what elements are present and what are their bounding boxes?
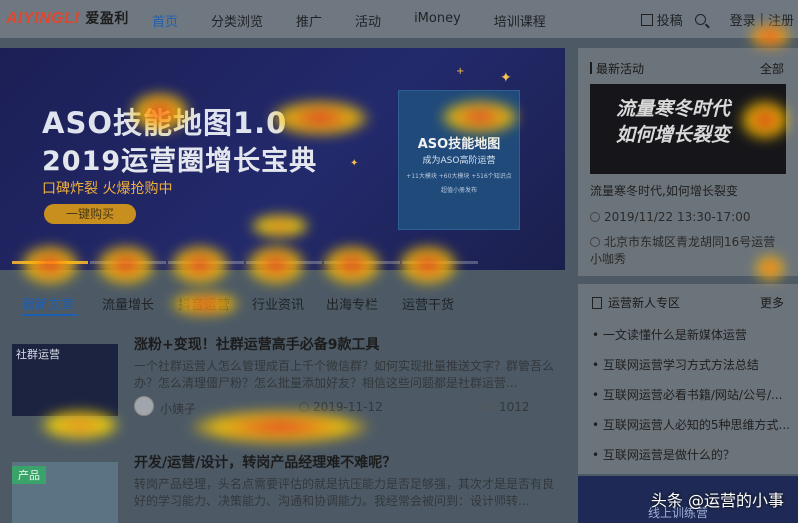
carousel-dot[interactable]	[12, 261, 88, 264]
article-views: 1012	[484, 400, 530, 414]
article-thumbnail[interactable]: 产品	[12, 462, 118, 523]
tab-traffic-growth[interactable]: 流量增长	[102, 294, 154, 313]
tab-latest[interactable]: 最新文章	[22, 294, 74, 313]
activity-caption[interactable]: 流量寒冬时代,如何增长裂变	[590, 182, 738, 199]
newbie-title: 运营新人专区	[608, 296, 681, 310]
site-logo[interactable]: AIYINGLI 爱盈利	[6, 8, 129, 28]
carousel-dot[interactable]	[402, 261, 478, 264]
activity-image[interactable]: 流量寒冬时代 如何增长裂变	[590, 84, 786, 174]
banner-title: ASO技能地图1.0	[42, 106, 288, 140]
latest-activity-panel: 最新活动 全部 流量寒冬时代 如何增长裂变 流量寒冬时代,如何增长裂变 2019…	[578, 48, 798, 276]
article-date-text: 2019-11-12	[313, 400, 383, 414]
newbie-header: 运营新人专区	[592, 294, 680, 311]
banner-subtitle: 2019运营圈增长宝典	[42, 146, 318, 177]
tab-douyin[interactable]: 抖音运营	[178, 294, 230, 313]
article-summary: 一个社群运营人怎么管理成百上千个微信群？如何实现批量推送文字？群管吾么办？怎么清…	[134, 359, 555, 390]
activity-image-line: 如何增长裂变	[616, 124, 731, 146]
article-title[interactable]: 涨粉+变现！社群运营高手必备9款工具	[134, 334, 379, 354]
carousel-dot[interactable]	[324, 261, 400, 264]
tab-industry-news[interactable]: 行业资讯	[252, 294, 304, 313]
star-icon: ✦	[500, 70, 512, 86]
clock-icon	[590, 212, 600, 222]
article-title[interactable]: 开发/运营/设计，转岗产品经理难不难呢？	[134, 452, 396, 472]
article-tabs: 最新文章 流量增长 抖音运营 行业资讯 出海专栏 运营干货	[0, 286, 565, 318]
article-item[interactable]: 产品 开发/运营/设计，转岗产品经理难不难呢？ 转岗产品经理，头名点需要评估的就…	[12, 452, 565, 523]
banner-tagline: 口碑炸裂 火爆抢购中	[42, 181, 173, 197]
star-icon: +	[456, 66, 465, 77]
clock-icon	[299, 402, 309, 412]
avatar[interactable]	[134, 396, 154, 416]
newbie-list: • 一文读懂什么是新媒体运营 • 互联网运营学习方式方法总结 • 互联网运营必看…	[592, 326, 792, 476]
login-link[interactable]: 登录	[730, 10, 756, 29]
main-nav: 首页 分类浏览 推广 活动 iMoney 培训课程	[152, 11, 579, 30]
search-icon[interactable]	[694, 14, 706, 25]
list-item[interactable]: • 互联网运营是做什么的？	[592, 446, 792, 476]
nav-categories[interactable]: 分类浏览	[211, 11, 263, 30]
book-cover: ASO技能地图 成为ASO高阶运营 +11大模块 +60大模块 +516个知识点…	[398, 90, 520, 230]
article-date: 2019-11-12	[299, 400, 383, 414]
newbie-zone-panel: 运营新人专区 更多 • 一文读懂什么是新媒体运营 • 互联网运营学习方式方法总结…	[578, 284, 798, 474]
article-item[interactable]: 社群运营 涨粉+变现！社群运营高手必备9款工具 一个社群运营人怎么管理成百上千个…	[12, 334, 565, 424]
top-header: AIYINGLI 爱盈利 首页 分类浏览 推广 活动 iMoney 培训课程 投稿…	[0, 0, 798, 38]
login-separator: |	[759, 12, 764, 27]
star-icon: ✦	[350, 158, 359, 169]
activity-address-text: 北京市东城区青龙胡同16号运营小咖秀	[590, 235, 776, 266]
book-subtitle: 成为ASO高阶运营	[422, 156, 496, 166]
hero-banner[interactable]: ✦ + ✦ ASO技能地图1.0 2019运营圈增长宝典 口碑炸裂 火爆抢购中 …	[0, 48, 565, 270]
location-icon	[590, 237, 600, 247]
register-link[interactable]: 注册	[768, 10, 794, 29]
nav-imoney[interactable]: iMoney	[414, 11, 461, 30]
active-tab-indicator	[22, 314, 78, 316]
tab-operations-tips[interactable]: 运营干货	[402, 294, 454, 313]
edit-icon	[640, 13, 653, 26]
category-badge: 产品	[12, 466, 46, 484]
book-line: 超值小册发布	[440, 187, 477, 194]
activity-image-line: 流量寒冬时代	[616, 98, 731, 120]
nav-events[interactable]: 活动	[355, 11, 381, 30]
article-views-count: 1012	[499, 400, 530, 414]
document-icon	[592, 297, 602, 309]
nav-training[interactable]: 培训课程	[494, 11, 546, 30]
carousel-dot[interactable]	[168, 261, 244, 264]
logo-cn: 爱盈利	[85, 11, 129, 27]
activity-address: 北京市东城区青龙胡同16号运营小咖秀	[590, 234, 786, 268]
activity-time-text: 2019/11/22 13:30-17:00	[604, 210, 751, 224]
buy-now-button[interactable]: 一键购买	[44, 204, 136, 224]
post-link[interactable]: 投稿	[657, 10, 683, 29]
thumbnail-label: 社群运营	[16, 348, 60, 361]
carousel-dot[interactable]	[246, 261, 322, 264]
carousel-dot[interactable]	[90, 261, 166, 264]
activity-time: 2019/11/22 13:30-17:00	[590, 210, 750, 224]
activity-all-link[interactable]: 全部	[760, 60, 784, 77]
list-item[interactable]: • 互联网运营人必知的5种思维方式...	[592, 416, 792, 446]
logo-en: AIYINGLI	[6, 10, 80, 27]
eye-icon	[484, 403, 495, 410]
nav-promotion[interactable]: 推广	[296, 11, 322, 30]
book-line: +11大模块 +60大模块 +516个知识点	[406, 173, 512, 180]
newbie-more-link[interactable]: 更多	[760, 294, 784, 311]
watermark: 头条 @运营的小事	[650, 491, 784, 510]
tab-overseas[interactable]: 出海专栏	[326, 294, 378, 313]
nav-home[interactable]: 首页	[152, 11, 178, 30]
article-author[interactable]: 小姨子	[160, 400, 196, 417]
header-actions: 投稿 登录 | 注册	[640, 10, 794, 29]
article-summary: 转岗产品经理，头名点需要评估的就是抗压能力是否足够强，其次才是是否有良好的学习能…	[134, 477, 555, 508]
list-item[interactable]: • 互联网运营必看书籍/网站/公号/...	[592, 386, 792, 416]
list-item[interactable]: • 一文读懂什么是新媒体运营	[592, 326, 792, 356]
activity-title: 最新活动	[596, 62, 645, 76]
article-thumbnail[interactable]: 社群运营	[12, 344, 118, 416]
list-item[interactable]: • 互联网运营学习方式方法总结	[592, 356, 792, 386]
carousel-indicators	[12, 261, 480, 264]
book-title: ASO技能地图	[417, 137, 501, 152]
section-marker	[590, 62, 592, 74]
